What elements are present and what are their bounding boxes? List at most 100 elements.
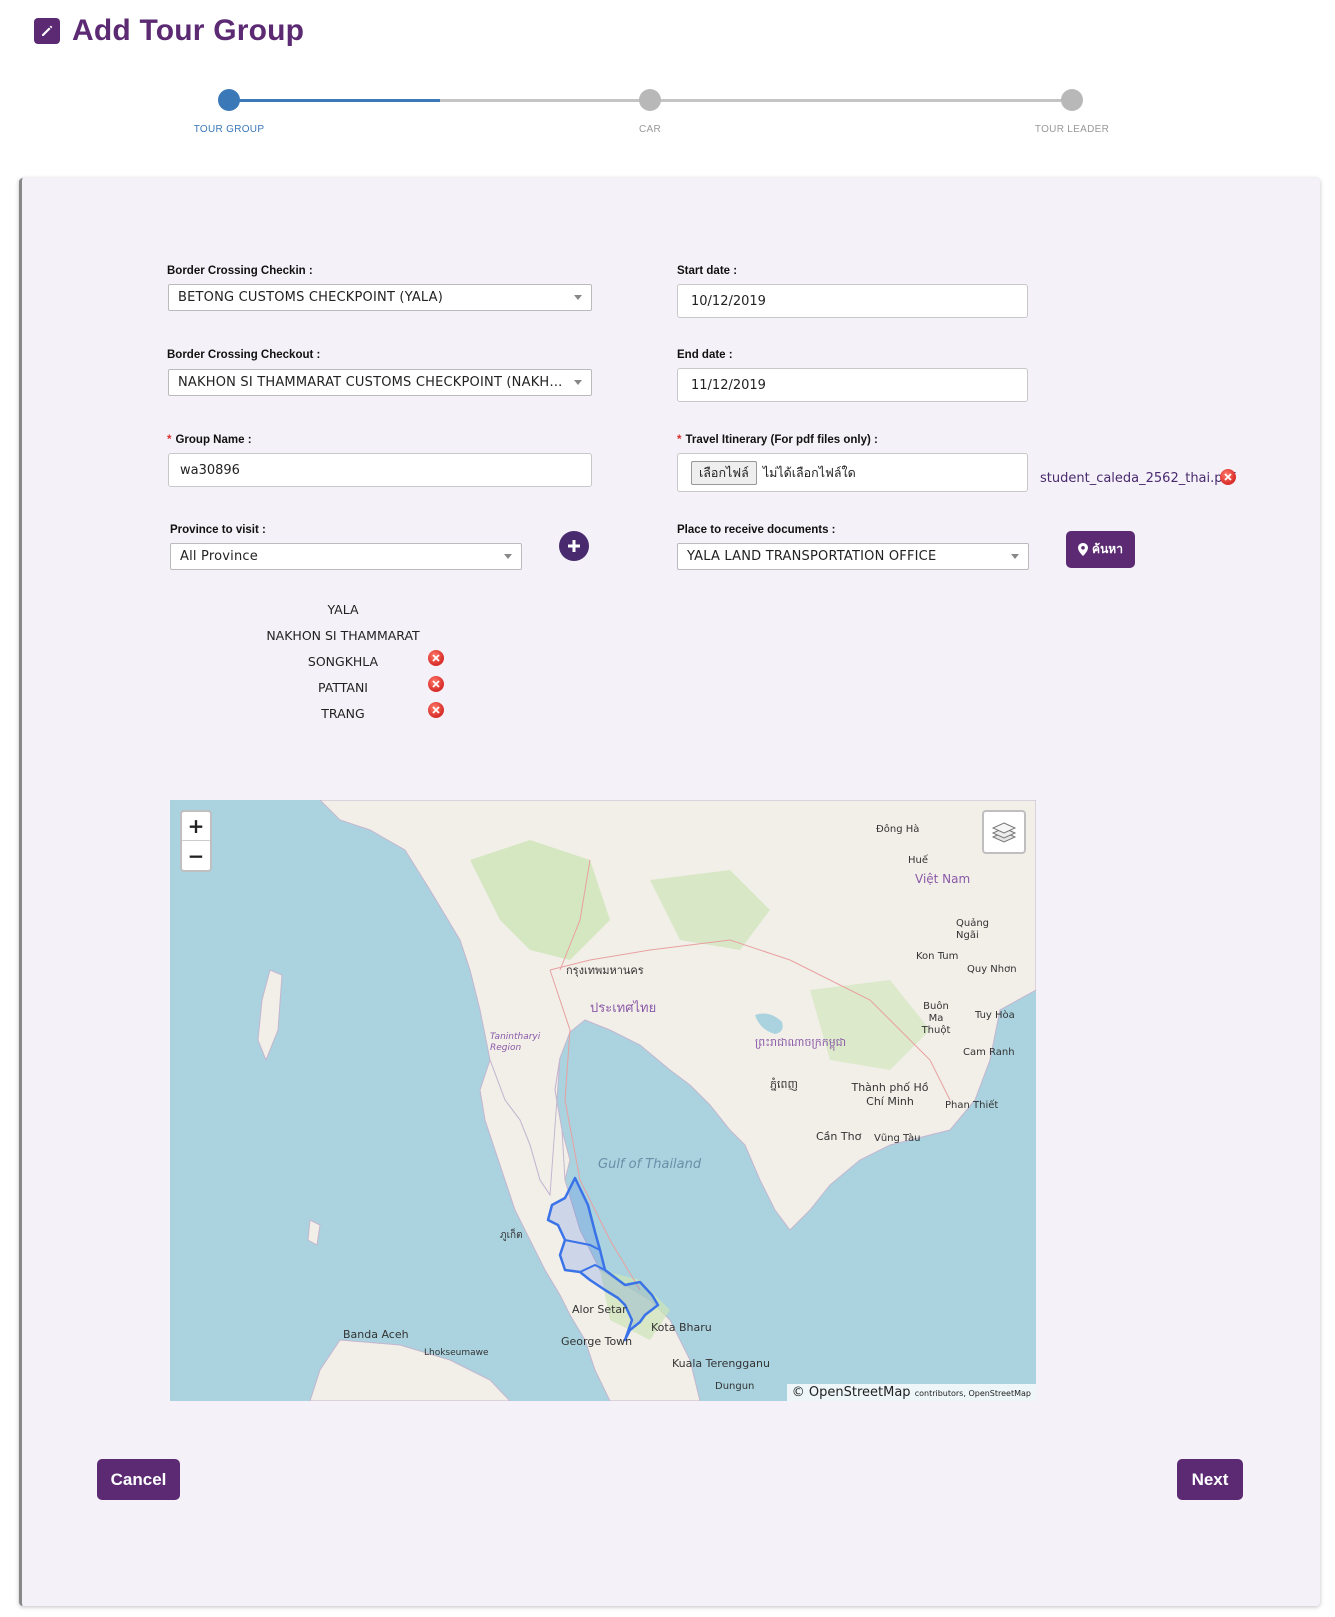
map-label: ภูเก็ต (500, 1230, 523, 1241)
itinerary-label-text: Travel Itinerary (For pdf files only) : (685, 434, 878, 446)
stepper: TOUR GROUP CAR TOUR LEADER (0, 86, 1335, 146)
map-label: Đông Hà (876, 824, 920, 835)
chevron-down-icon (1011, 554, 1019, 559)
edit-icon (34, 18, 60, 44)
end-date-input[interactable]: 11/12/2019 (677, 368, 1028, 402)
zoom-out-button[interactable]: − (182, 841, 210, 870)
step-dot-tour-group[interactable] (218, 89, 240, 111)
cancel-button[interactable]: Cancel (97, 1459, 180, 1500)
province-select[interactable]: All Province (170, 543, 522, 570)
copyright-icon: © (791, 1385, 805, 1400)
map-label: Banda Aceh (343, 1328, 409, 1341)
page-header: Add Tour Group (34, 14, 304, 48)
province-item: SONGKHLA (307, 654, 379, 669)
province-item: TRANG (321, 706, 365, 721)
attribution-small: contributors, OpenStreetMap (914, 1389, 1031, 1398)
plus-icon (568, 540, 580, 552)
checkin-value: BETONG CUSTOMS CHECKPOINT (YALA) (178, 290, 444, 305)
island (257, 969, 283, 1062)
map-label: Tanintharyi Region (490, 1032, 541, 1053)
map-label: Lhokseumawe (424, 1348, 489, 1358)
province-label: Province to visit : (170, 524, 266, 536)
end-date-label: End date : (677, 349, 733, 361)
required-mark: * (167, 434, 172, 446)
zoom-in-button[interactable]: + (182, 812, 210, 841)
checkout-value: NAKHON SI THAMMARAT CUSTOMS CHECKPOINT (… (178, 375, 568, 390)
province-item: YALA (327, 602, 359, 617)
map-label: Cần Thơ (816, 1130, 862, 1143)
checkin-select[interactable]: BETONG CUSTOMS CHECKPOINT (YALA) (168, 284, 592, 311)
layers-icon (991, 822, 1017, 843)
map-label: Alor Setar (572, 1303, 627, 1316)
uploaded-file-link[interactable]: student_caleda_2562_thai.pdf (1040, 471, 1235, 486)
remove-province-icon[interactable] (428, 650, 444, 666)
map-attribution: © OpenStreetMap contributors, OpenStreet… (786, 1384, 1036, 1401)
checkin-label: Border Crossing Checkin : (167, 265, 313, 277)
map-label: Vũng Tàu (874, 1133, 921, 1144)
chevron-down-icon (574, 295, 582, 300)
map-label: Phan Thiết (945, 1100, 999, 1111)
search-button[interactable]: ค้นหา (1066, 531, 1135, 568)
file-status: ไม่ได้เลือกไฟล์ใด (762, 464, 856, 480)
start-date-value: 10/12/2019 (691, 293, 766, 309)
choose-file-button[interactable]: เลือกไฟล์ (691, 460, 757, 485)
map-label: Việt Nam (915, 872, 971, 886)
map-label: Kota Bharu (651, 1321, 712, 1334)
map[interactable]: Gulf of Thailand กรุงเทพมหานคร ประเทศไทย… (170, 800, 1036, 1401)
map-label: Quảng Ngãi (956, 918, 990, 941)
start-date-input[interactable]: 10/12/2019 (677, 284, 1028, 318)
map-label: Buôn Ma Thuột (921, 1001, 951, 1036)
map-label: Cam Ranh (963, 1047, 1015, 1058)
required-mark: * (677, 434, 682, 446)
start-date-label: Start date : (677, 265, 738, 277)
place-label: Place to receive documents : (677, 524, 836, 536)
map-label: George Town (561, 1335, 633, 1348)
attribution-link[interactable]: OpenStreetMap (809, 1385, 911, 1400)
step-label-car: CAR (638, 124, 662, 135)
group-name-value: wa30896 (180, 462, 240, 478)
map-label: Gulf of Thailand (598, 1157, 702, 1172)
map-label: Quy Nhơn (967, 964, 1017, 975)
map-label: Kon Tum (916, 951, 959, 962)
stepper-track-pending (440, 99, 1072, 102)
province-value: All Province (180, 549, 258, 564)
map-label: Dungun (715, 1381, 755, 1392)
layers-button[interactable] (982, 810, 1026, 854)
stepper-track-done (229, 99, 440, 102)
group-name-label: * Group Name : (167, 434, 252, 446)
map-label: Huế (908, 855, 929, 866)
step-dot-car[interactable] (639, 89, 661, 111)
map-label: Kuala Terengganu (672, 1357, 770, 1370)
map-label: Thành phố Hồ Chí Minh (851, 1081, 929, 1108)
step-label-tour-group: TOUR GROUP (193, 124, 265, 135)
add-province-button[interactable] (559, 531, 589, 561)
end-date-value: 11/12/2019 (691, 377, 766, 393)
map-marker-icon (1078, 543, 1089, 556)
checkout-select[interactable]: NAKHON SI THAMMARAT CUSTOMS CHECKPOINT (… (168, 369, 592, 396)
map-label: Tuy Hòa (975, 1010, 1015, 1021)
page-title: Add Tour Group (72, 14, 305, 47)
zoom-control: + − (180, 810, 212, 872)
group-name-input[interactable]: wa30896 (168, 453, 592, 487)
remove-file-icon[interactable] (1220, 469, 1236, 485)
itinerary-label: * Travel Itinerary (For pdf files only) : (677, 434, 878, 446)
checkout-label: Border Crossing Checkout : (167, 349, 321, 361)
group-name-label-text: Group Name : (175, 434, 252, 446)
remove-province-icon[interactable] (428, 676, 444, 692)
search-button-label: ค้นหา (1092, 542, 1123, 556)
step-dot-tour-leader[interactable] (1061, 89, 1083, 111)
province-item: NAKHON SI THAMMARAT (266, 628, 420, 643)
chevron-down-icon (574, 380, 582, 385)
map-label: กรุงเทพมหานคร (566, 964, 644, 977)
place-value: YALA LAND TRANSPORTATION OFFICE (687, 549, 937, 564)
place-select[interactable]: YALA LAND TRANSPORTATION OFFICE (677, 543, 1029, 570)
remove-province-icon[interactable] (428, 702, 444, 718)
province-item: PATTANI (318, 680, 368, 695)
island (307, 1219, 321, 1246)
next-button[interactable]: Next (1177, 1459, 1243, 1500)
map-label: ประเทศไทย (590, 1001, 657, 1016)
itinerary-file-input[interactable]: เลือกไฟล์ ไม่ได้เลือกไฟล์ใด (677, 453, 1028, 492)
step-label-tour-leader: TOUR LEADER (1034, 124, 1110, 135)
chevron-down-icon (504, 554, 512, 559)
map-label: ព្រះរាជាណាចក្រកម្ពុជា (755, 1036, 847, 1049)
